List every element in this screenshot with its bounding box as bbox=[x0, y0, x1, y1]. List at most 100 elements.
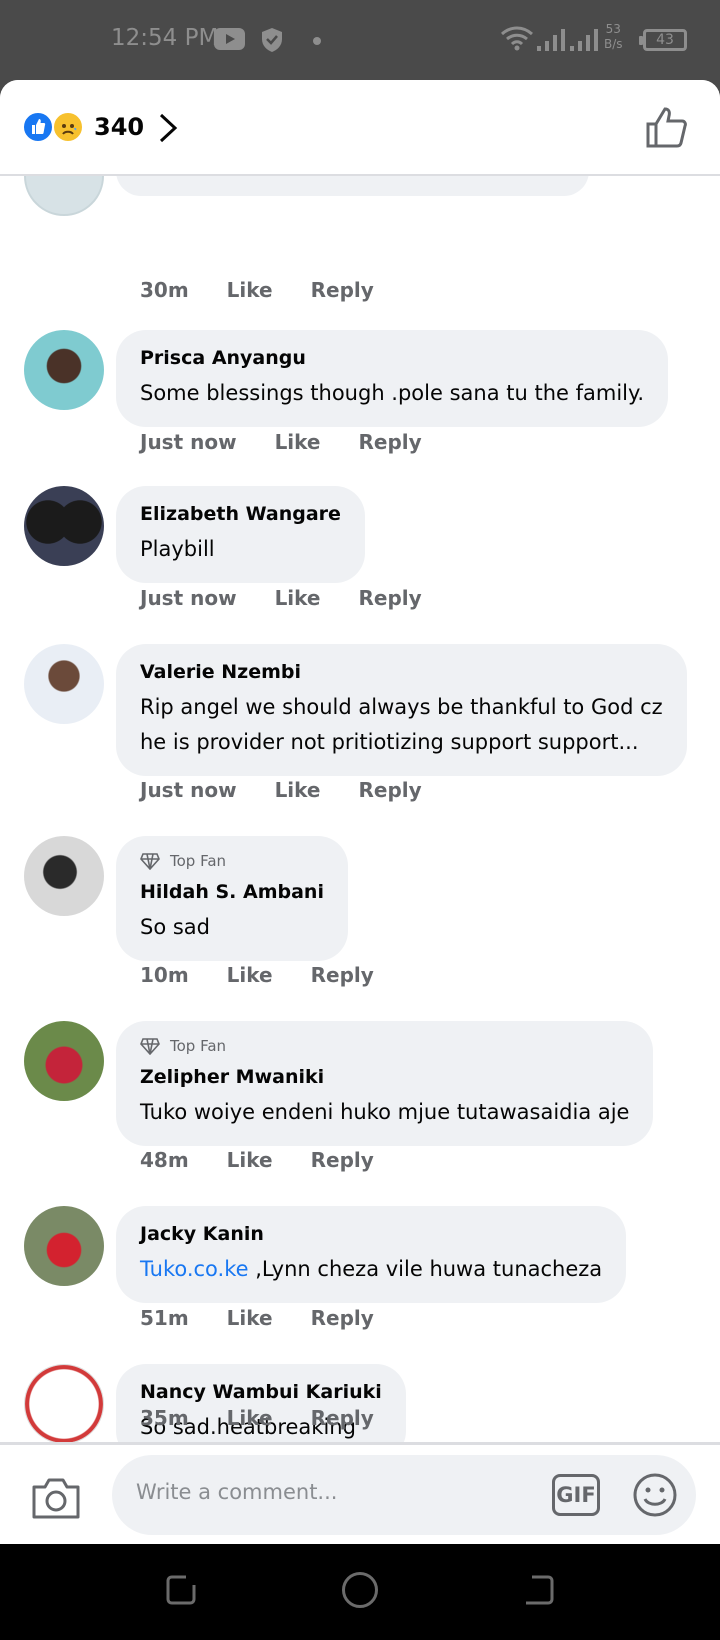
battery-level: 43 bbox=[656, 32, 674, 48]
comment-text: Some blessings though .pole sana tu the … bbox=[140, 381, 645, 405]
network-speed: 53 B/s bbox=[604, 22, 623, 52]
commenter-name[interactable]: Valerie Nzembi bbox=[140, 659, 663, 685]
reaction-count[interactable]: 340 bbox=[94, 113, 144, 141]
battery-icon: 43 bbox=[639, 29, 687, 51]
diamond-icon bbox=[140, 1038, 160, 1055]
reply-link[interactable]: Reply bbox=[359, 586, 422, 610]
like-link[interactable]: Like bbox=[275, 586, 321, 610]
recent-apps-icon[interactable] bbox=[164, 1573, 198, 1607]
avatar[interactable] bbox=[24, 1206, 104, 1286]
diamond-icon bbox=[140, 853, 160, 870]
like-reaction-icon[interactable] bbox=[22, 111, 54, 143]
commenter-name[interactable]: Elizabeth Wangare bbox=[140, 501, 341, 527]
commenter-name[interactable]: Hildah S. Ambani bbox=[140, 879, 324, 905]
comment-time: 51m bbox=[140, 1306, 189, 1330]
comment-bubble[interactable]: Elizabeth Wangare Playbill bbox=[116, 486, 365, 583]
back-icon[interactable] bbox=[522, 1573, 556, 1607]
comment-bubble[interactable] bbox=[116, 176, 589, 196]
comment-bubble[interactable]: Top Fan Hildah S. Ambani So sad bbox=[116, 836, 348, 961]
avatar[interactable] bbox=[24, 1364, 104, 1444]
like-link[interactable]: Like bbox=[227, 1406, 273, 1430]
like-link[interactable]: Like bbox=[275, 430, 321, 454]
comment-actions: Just now Like Reply bbox=[140, 586, 460, 610]
like-link[interactable]: Like bbox=[227, 963, 273, 987]
like-link[interactable]: Like bbox=[275, 778, 321, 802]
comment-time: Just now bbox=[140, 430, 237, 454]
comment-text-body: ,Lynn cheza vile huwa tunacheza bbox=[248, 1257, 603, 1281]
comment-actions: 35m Like Reply bbox=[140, 1406, 412, 1430]
commenter-name[interactable]: Prisca Anyangu bbox=[140, 345, 644, 371]
signal-icon bbox=[570, 29, 598, 51]
comment-text: Tuko woiye endeni huko mjue tutawasaidia… bbox=[140, 1100, 630, 1124]
top-fan-label: Top Fan bbox=[170, 1037, 227, 1055]
reply-link[interactable]: Reply bbox=[359, 430, 422, 454]
avatar[interactable] bbox=[24, 644, 104, 724]
dot-icon bbox=[313, 37, 321, 45]
signal-icon bbox=[537, 29, 565, 51]
top-fan-badge: Top Fan bbox=[140, 1036, 629, 1056]
camera-icon[interactable] bbox=[30, 1475, 82, 1521]
reactions-header: 340 bbox=[0, 80, 720, 176]
reply-link[interactable]: Reply bbox=[311, 963, 374, 987]
avatar[interactable] bbox=[24, 330, 104, 410]
emoji-icon[interactable] bbox=[632, 1472, 678, 1518]
comment-bubble[interactable]: Valerie Nzembi Rip angel we should alway… bbox=[116, 644, 687, 776]
wifi-icon bbox=[501, 26, 533, 51]
reply-link[interactable]: Reply bbox=[311, 1406, 374, 1430]
like-link[interactable]: Like bbox=[227, 278, 273, 302]
sad-reaction-icon[interactable] bbox=[52, 111, 84, 143]
comment-actions: 51m Like Reply bbox=[140, 1306, 412, 1330]
status-bar: 12:54 PM 53 B/s 43 bbox=[0, 0, 720, 80]
comment-actions: 30m Like Reply bbox=[140, 278, 412, 302]
comment-bubble[interactable]: Jacky Kanin Tuko.co.ke ,Lynn cheza vile … bbox=[116, 1206, 627, 1303]
comment-time: Just now bbox=[140, 586, 237, 610]
comment-text-line: Rip angel we should always be thankful t… bbox=[140, 695, 663, 719]
comment-input-placeholder: Write a comment... bbox=[136, 1480, 338, 1504]
network-speed-unit: B/s bbox=[604, 37, 623, 51]
avatar[interactable] bbox=[24, 836, 104, 916]
comment-actions: Just now Like Reply bbox=[140, 778, 460, 802]
like-link[interactable]: Like bbox=[227, 1306, 273, 1330]
like-button-icon[interactable] bbox=[645, 106, 689, 148]
commenter-name[interactable]: Nancy Wambui Kariuki bbox=[140, 1379, 382, 1405]
comment-bubble[interactable]: Top Fan Zelipher Mwaniki Tuko woiye ende… bbox=[116, 1021, 654, 1146]
top-fan-badge: Top Fan bbox=[140, 851, 324, 871]
comment-text: Playbill bbox=[140, 537, 215, 561]
reply-link[interactable]: Reply bbox=[359, 778, 422, 802]
reply-link[interactable]: Reply bbox=[311, 1148, 374, 1172]
comment-time: 48m bbox=[140, 1148, 189, 1172]
top-fan-label: Top Fan bbox=[170, 852, 227, 870]
avatar[interactable] bbox=[24, 486, 104, 566]
comment-bubble[interactable]: Nancy Wambui Kariuki So sad.heatbreaking bbox=[116, 1364, 406, 1446]
comment-text-line: he is provider not pritiotizing support … bbox=[140, 730, 639, 754]
commenter-name[interactable]: Jacky Kanin bbox=[140, 1221, 602, 1247]
status-time: 12:54 PM bbox=[111, 25, 219, 51]
like-link[interactable]: Like bbox=[227, 1148, 273, 1172]
comment-time: 10m bbox=[140, 963, 189, 987]
comment-composer: Write a comment... GIF bbox=[0, 1442, 720, 1544]
home-icon[interactable] bbox=[342, 1572, 378, 1608]
comment-actions: 10m Like Reply bbox=[140, 963, 412, 987]
chevron-right-icon[interactable] bbox=[155, 112, 181, 144]
comments-sheet: 340 30m Like Reply Prisca Anyangu Some b… bbox=[0, 80, 720, 1544]
comment-bubble[interactable]: Prisca Anyangu Some blessings though .po… bbox=[116, 330, 669, 427]
shield-icon bbox=[262, 28, 282, 52]
comment-text: Tuko.co.ke ,Lynn cheza vile huwa tunache… bbox=[140, 1252, 602, 1287]
network-speed-value: 53 bbox=[605, 22, 621, 36]
comment-text: Rip angel we should always be thankful t… bbox=[140, 690, 663, 760]
gif-button[interactable]: GIF bbox=[552, 1474, 600, 1516]
avatar[interactable] bbox=[24, 1021, 104, 1101]
youtube-icon bbox=[214, 28, 245, 50]
comment-actions: Just now Like Reply bbox=[140, 430, 460, 454]
avatar[interactable] bbox=[24, 176, 104, 216]
commenter-name[interactable]: Zelipher Mwaniki bbox=[140, 1064, 629, 1090]
mention-link[interactable]: Tuko.co.ke bbox=[140, 1257, 249, 1281]
reply-link[interactable]: Reply bbox=[311, 278, 374, 302]
comment-list[interactable]: 30m Like Reply Prisca Anyangu Some bless… bbox=[0, 176, 720, 1446]
comment-input[interactable]: Write a comment... GIF bbox=[112, 1455, 696, 1535]
comment-text: So sad bbox=[140, 915, 210, 939]
comment-time: Just now bbox=[140, 778, 237, 802]
comment-time: 35m bbox=[140, 1406, 189, 1430]
reply-link[interactable]: Reply bbox=[311, 1306, 374, 1330]
navigation-bar bbox=[0, 1544, 720, 1640]
